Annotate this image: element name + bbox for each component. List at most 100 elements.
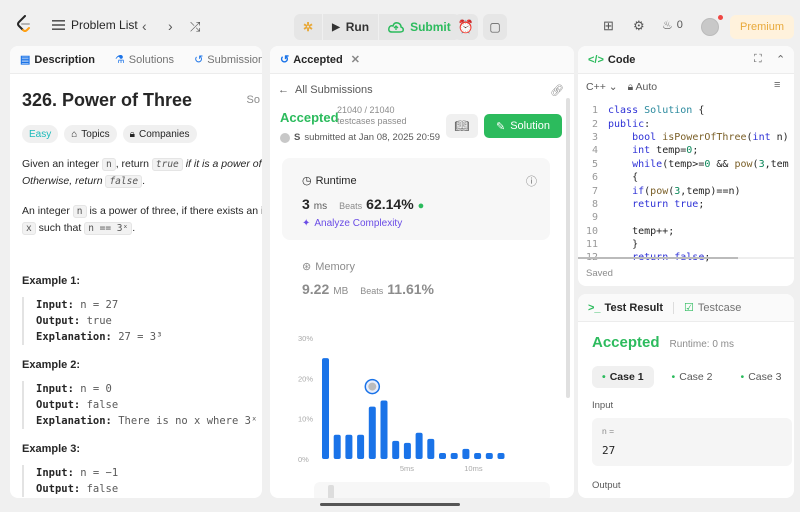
language-select[interactable]: C++ ⌄ — [586, 81, 618, 93]
distribution-bar[interactable] — [485, 452, 493, 459]
scrollbar-thumb[interactable] — [578, 257, 738, 259]
memory-header[interactable]: ⊛ Memory — [302, 260, 355, 274]
avatar[interactable] — [701, 18, 719, 36]
case-label: Case 1 — [609, 371, 644, 383]
case-tabs: • Case 1 • Case 2 • Case 3 — [592, 366, 791, 388]
code-line[interactable]: 6 { — [578, 171, 794, 184]
auto-indicator[interactable]: 🔒︎ Auto — [628, 81, 658, 94]
scrollbar-thumb[interactable] — [328, 485, 334, 498]
case-tab-2[interactable]: • Case 2 — [662, 366, 723, 388]
distribution-bar[interactable] — [497, 452, 505, 459]
close-icon[interactable]: ✕ — [351, 53, 360, 66]
premium-button[interactable]: Premium — [730, 15, 794, 39]
problem-list-button[interactable]: Problem List — [52, 18, 138, 32]
submitter-name[interactable]: S — [294, 132, 300, 143]
code-text: while(temp>=0 && pow(3,tem — [632, 158, 789, 170]
distribution-bar[interactable] — [450, 452, 458, 459]
code-line[interactable]: 10 temp++; — [578, 225, 794, 238]
distribution-bar[interactable] — [439, 452, 446, 459]
companies-button[interactable]: 🔒︎ Companies — [122, 125, 197, 143]
tab-solutions[interactable]: ⚗ Solutions — [115, 53, 175, 67]
example-box: Input: n = 0 Output: false Explanation: … — [22, 381, 262, 429]
text: is a power of three, if there exists an … — [86, 205, 262, 217]
code-line[interactable]: 9 — [578, 211, 794, 224]
inline-code: x — [22, 222, 36, 235]
distribution-bar[interactable] — [333, 434, 341, 459]
layout-grid-icon[interactable]: ⊞ — [603, 18, 614, 34]
distribution-bar[interactable] — [368, 406, 376, 459]
distribution-bar[interactable] — [392, 440, 400, 459]
language-value: C++ — [586, 81, 606, 93]
difficulty-badge[interactable]: Easy — [22, 125, 59, 143]
test-tabs: >_ Test Result ☑ Testcase — [578, 294, 794, 322]
code-line[interactable]: 2 public: — [578, 117, 794, 130]
link-icon[interactable]: 🔗︎ — [550, 84, 564, 97]
solution-button[interactable]: ✎ Solution — [484, 114, 562, 138]
tab-accepted[interactable]: ↺ Accepted ✕ — [280, 53, 360, 67]
fire-icon: ♨ — [662, 18, 673, 32]
run-button[interactable]: ▶ Run — [323, 14, 378, 40]
code-line[interactable]: 3 bool isPowerOfThree(int n) — [578, 131, 794, 144]
code-line[interactable]: 4 int temp=0; — [578, 144, 794, 157]
accepted-header: Accepted — [280, 110, 339, 125]
timer-button[interactable]: ⏰ — [454, 14, 478, 40]
info-icon[interactable]: ⓘ — [526, 173, 537, 189]
beats-label: Beats — [360, 286, 384, 296]
run-submit-group: ✲ ▶ Run Submit — [294, 14, 460, 40]
analyze-complexity-link[interactable]: ✦ Analyze Complexity — [302, 218, 402, 229]
code-line[interactable]: 7 if(pow(3,temp)==n) — [578, 184, 794, 197]
topics-button[interactable]: ⌂ Topics — [64, 125, 117, 143]
code-text: class Solution { — [608, 105, 705, 117]
home-indicator[interactable] — [320, 503, 460, 506]
gear-icon[interactable]: ⚙ — [633, 18, 645, 34]
debug-button[interactable]: ✲ — [294, 14, 322, 40]
tab-submissions[interactable]: ↺ Submissions — [194, 53, 262, 67]
analyze-label: Analyze Complexity — [314, 218, 403, 229]
testcases-passed: 21040 / 21040 testcases passed — [337, 105, 407, 127]
companies-label: Companies — [138, 128, 190, 140]
leetcode-logo-icon[interactable] — [16, 15, 32, 33]
case-tab-3[interactable]: • Case 3 — [731, 366, 792, 388]
value: n = 0 — [80, 383, 112, 395]
streak-counter[interactable]: ♨ 0 — [662, 18, 683, 32]
tab-solutions-label: Solutions — [128, 53, 175, 66]
code-line[interactable]: 1 class Solution { — [578, 104, 794, 117]
distribution-bar[interactable] — [322, 358, 329, 459]
tab-description[interactable]: ▤ Description — [20, 53, 95, 67]
distribution-bar[interactable] — [357, 434, 365, 459]
tab-code[interactable]: </> Code — [588, 54, 635, 66]
runtime-distribution-chart: 30% 20% 10% 0% 5ms 10ms — [298, 334, 505, 473]
chart-scrollbar[interactable] — [314, 482, 550, 498]
distribution-bar[interactable] — [474, 452, 482, 459]
code-line[interactable]: 5 while(temp>=0 && pow(3,tem — [578, 158, 794, 171]
code-editor[interactable]: 1 class Solution {2 public: 3 bool isPowerO… — [578, 104, 794, 265]
avatar[interactable] — [280, 132, 290, 143]
submit-button[interactable]: Submit — [379, 14, 460, 40]
tab-testcase[interactable]: ☑ Testcase — [684, 301, 741, 315]
back-to-submissions[interactable]: ← All Submissions 🔗︎ — [270, 74, 574, 97]
panel-scrollbar[interactable] — [566, 98, 570, 398]
tab-test-result[interactable]: >_ Test Result — [588, 302, 663, 314]
format-icon[interactable]: ≡ — [774, 79, 780, 91]
label: Input: — [36, 383, 74, 395]
collapse-icon[interactable]: ⌃ — [776, 53, 785, 66]
editorial-button[interactable]: 📖︎ — [446, 114, 478, 138]
prev-problem-icon[interactable]: ‹ — [142, 18, 147, 34]
distribution-bar[interactable] — [427, 438, 435, 459]
distribution-bar[interactable] — [415, 432, 423, 459]
next-problem-icon[interactable]: › — [168, 18, 173, 34]
runtime-card[interactable]: ◷ Runtime ⓘ 3 ms Beats 62.14% ● ✦ Analyz… — [282, 158, 550, 240]
shuffle-icon[interactable]: ⤮ — [190, 19, 200, 35]
code-line[interactable]: 8 return true; — [578, 198, 794, 211]
maximize-icon[interactable]: ⛶ — [754, 53, 762, 66]
value: n = 27 — [80, 299, 119, 311]
tag-icon: ⌂ — [71, 128, 78, 140]
distribution-bar[interactable] — [462, 448, 470, 459]
code-line[interactable]: 11 } — [578, 238, 794, 251]
case-tab-1[interactable]: • Case 1 — [592, 366, 654, 388]
tab-code-label: Code — [607, 53, 636, 66]
distribution-bar[interactable] — [380, 400, 388, 459]
distribution-bar[interactable] — [403, 442, 411, 459]
notes-button[interactable]: ▢ — [483, 14, 507, 40]
distribution-bar[interactable] — [345, 434, 353, 459]
